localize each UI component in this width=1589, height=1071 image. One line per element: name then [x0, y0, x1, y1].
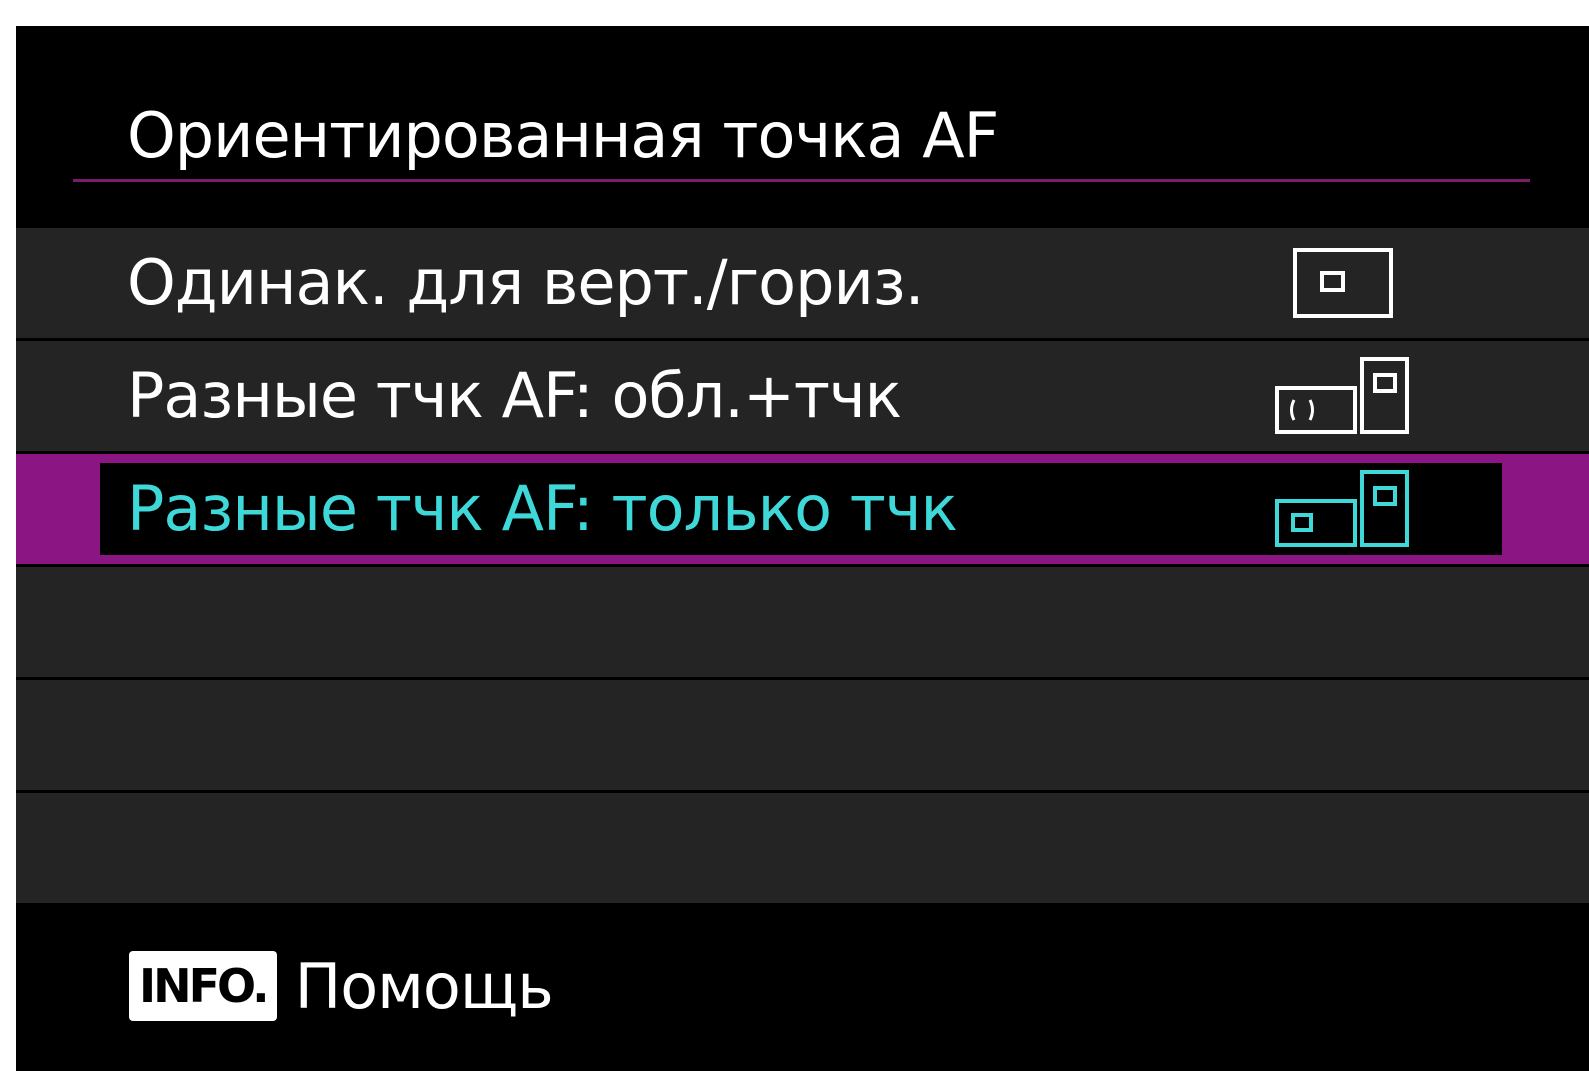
- title-divider: [73, 179, 1530, 182]
- footer-help[interactable]: INFO. Помощь: [129, 949, 554, 1023]
- af-point-only-separate-icon: [1274, 454, 1414, 564]
- menu-item-empty: [16, 793, 1589, 906]
- menu-item-empty: [16, 567, 1589, 680]
- menu-title: Ориентированная точка AF: [127, 99, 999, 172]
- menu-list: Одинак. для верт./гориз. Разные тчк AF: …: [16, 228, 1589, 906]
- info-button[interactable]: INFO.: [129, 951, 277, 1021]
- menu-item-label: Одинак. для верт./гориз.: [127, 246, 924, 319]
- menu-item-label: Разные тчк AF: только тчк: [127, 472, 958, 545]
- menu-item-empty: [16, 680, 1589, 793]
- menu-item-label: Разные тчк AF: обл.+тчк: [127, 359, 902, 432]
- menu-item-area-plus-point[interactable]: Разные тчк AF: обл.+тчк: [16, 341, 1589, 454]
- af-point-same-icon: [1293, 228, 1393, 338]
- menu-item-point-only[interactable]: Разные тчк AF: только тчк: [16, 454, 1589, 567]
- help-label: Помощь: [294, 949, 554, 1023]
- af-area-point-separate-icon: [1274, 341, 1414, 451]
- camera-menu-screen: Ориентированная точка AF Одинак. для вер…: [16, 26, 1589, 1071]
- menu-item-same-vert-horiz[interactable]: Одинак. для верт./гориз.: [16, 228, 1589, 341]
